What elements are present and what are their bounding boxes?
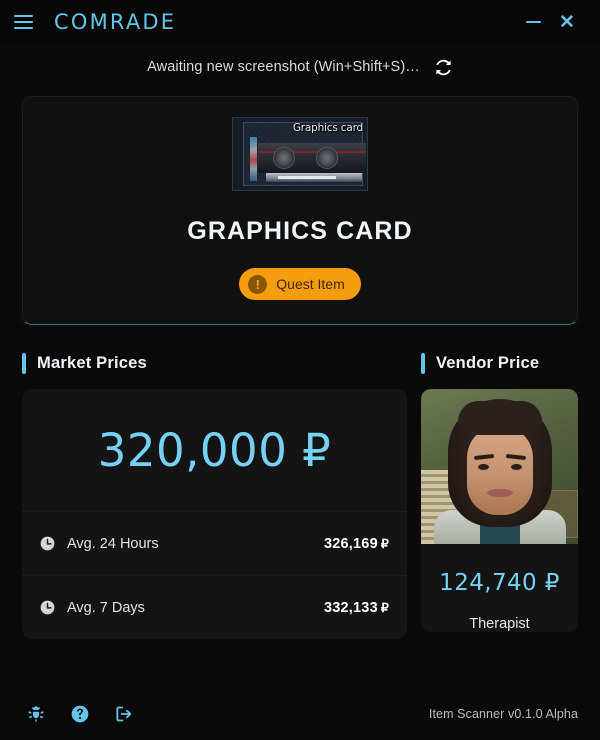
help-icon[interactable]: [70, 704, 90, 724]
gpu-fan-icon: [273, 147, 295, 169]
vendor-bangs-shape: [457, 401, 542, 435]
vendor-eye-shape: [510, 464, 522, 470]
accent-bar: [22, 352, 26, 374]
market-prices-column: Market Prices 320,000 ₽ Avg. 24 Hours 32…: [22, 351, 407, 688]
app-window: COMRADE ✕ Awaiting new screenshot (Win+S…: [0, 0, 600, 740]
rouble-symbol: ₽: [380, 600, 389, 615]
version-label: Item Scanner v0.1.0 Alpha: [428, 707, 578, 721]
vendor-brow-shape: [505, 453, 526, 461]
vendor-price-value: 124,740 ₽: [439, 570, 560, 596]
avg-7d-number: 332,133: [324, 599, 378, 616]
vendor-price-header: Vendor Price: [421, 351, 578, 375]
item-thumbnail: Graphics card: [232, 117, 368, 191]
minimize-button[interactable]: [516, 7, 550, 37]
clock-icon: [40, 600, 55, 615]
exclamation-icon: !: [248, 274, 268, 294]
close-icon: ✕: [559, 11, 575, 33]
minimize-icon: [525, 20, 541, 24]
footer-bar: Item Scanner v0.1.0 Alpha: [0, 688, 600, 740]
clock-icon: [40, 536, 55, 551]
close-button[interactable]: ✕: [550, 7, 584, 37]
item-thumbnail-label: Graphics card: [292, 122, 363, 134]
vendor-price-title: Vendor Price: [436, 353, 540, 372]
exit-icon[interactable]: [114, 704, 134, 724]
status-strip: Awaiting new screenshot (Win+Shift+S)…: [0, 44, 600, 90]
vendor-face-shape: [466, 425, 533, 515]
gpu-body-shape: [258, 143, 366, 173]
avg-7d-label: Avg. 7 Days: [67, 599, 145, 616]
vendor-price-panel: 124,740 ₽ Therapist: [421, 389, 578, 632]
app-brand-title: COMRADE: [54, 10, 177, 34]
content-columns: Market Prices 320,000 ₽ Avg. 24 Hours 32…: [0, 325, 600, 688]
hamburger-menu-icon[interactable]: [14, 11, 36, 33]
accent-bar: [421, 352, 425, 374]
refresh-icon[interactable]: [434, 58, 453, 77]
vendor-portrait: [421, 389, 578, 544]
table-row: Avg. 24 Hours 326,169 ₽: [22, 511, 407, 575]
quest-item-badge[interactable]: ! Quest Item: [239, 268, 361, 300]
market-prices-header: Market Prices: [22, 351, 407, 375]
market-prices-title: Market Prices: [37, 353, 147, 372]
title-bar: COMRADE ✕: [0, 0, 600, 44]
avg-24h-value: 326,169 ₽: [324, 536, 389, 552]
vendor-brow-shape: [473, 453, 494, 461]
vendor-name-label: Therapist: [469, 616, 530, 632]
vendor-mouth-shape: [486, 489, 513, 497]
rouble-symbol: ₽: [380, 536, 389, 551]
avg-24h-label: Avg. 24 Hours: [67, 535, 159, 552]
item-title: GRAPHICS CARD: [187, 217, 413, 245]
avg-7d-value: 332,133 ₽: [324, 600, 389, 616]
status-text: Awaiting new screenshot (Win+Shift+S)…: [147, 59, 420, 75]
flea-market-price: 320,000 ₽: [97, 423, 332, 477]
vendor-eye-shape: [477, 464, 489, 470]
vendor-price-column: Vendor Price 124,740 ₽ Therapist: [421, 351, 578, 688]
avg-24h-number: 326,169: [324, 535, 378, 552]
gpu-fan-icon: [316, 147, 338, 169]
item-card: Graphics card GRAPHICS CARD ! Quest Item: [22, 96, 578, 325]
market-prices-panel: 320,000 ₽ Avg. 24 Hours 326,169 ₽ Avg. 7…: [22, 389, 407, 639]
quest-item-badge-label: Quest Item: [276, 276, 345, 292]
gpu-bracket-shape: [250, 137, 257, 181]
gpu-pcb-shape: [266, 173, 362, 182]
bug-icon[interactable]: [26, 704, 46, 724]
table-row: Avg. 7 Days 332,133 ₽: [22, 575, 407, 639]
